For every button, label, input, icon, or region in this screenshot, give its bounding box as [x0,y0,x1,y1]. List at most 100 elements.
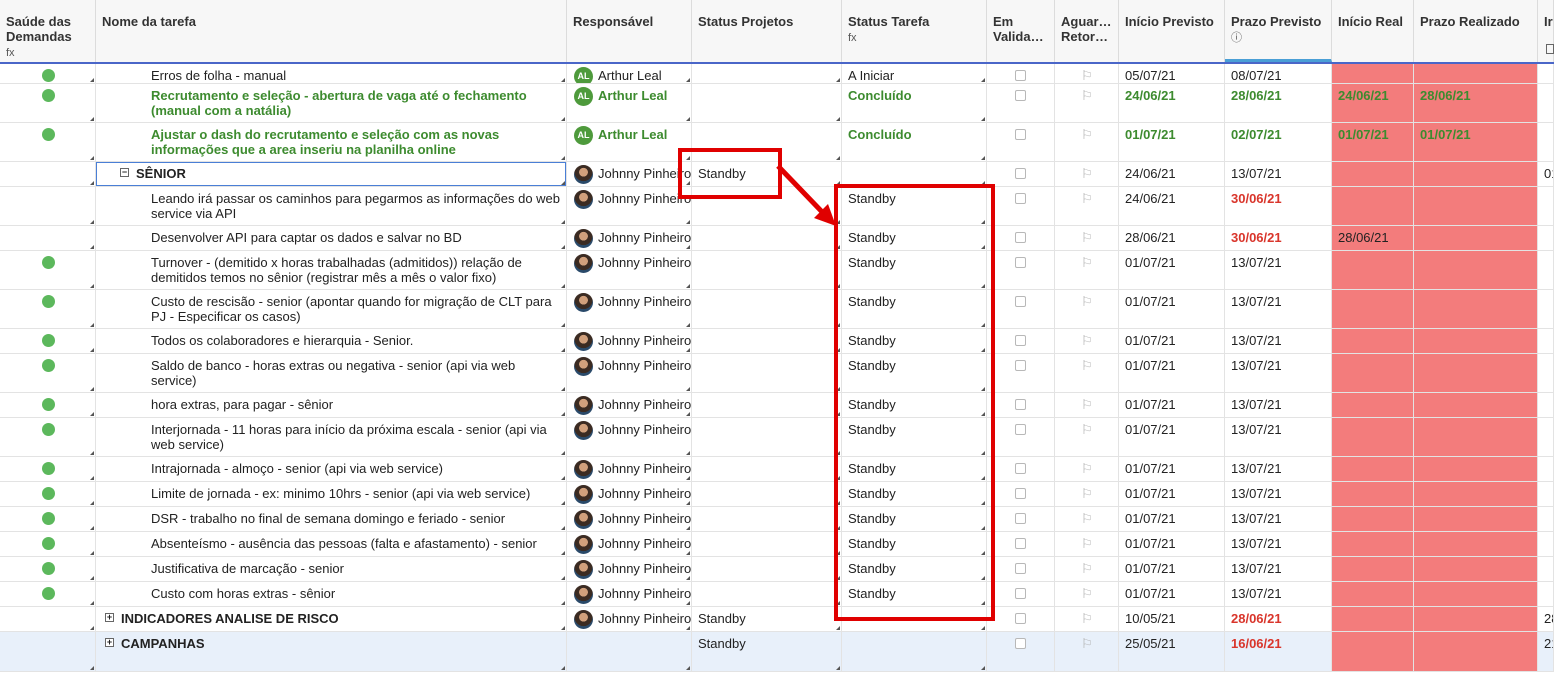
flag-icon[interactable]: ⚐ [1081,88,1093,104]
cell-iniprev[interactable]: 01/07/21 [1119,482,1225,506]
cell-starefa[interactable]: Standby [842,582,987,606]
cell-emval[interactable] [987,557,1055,581]
column-header-prazoprev[interactable]: Prazo Previsto ⓘ [1225,0,1332,62]
cell-nome[interactable]: Desenvolver API para captar os dados e s… [96,226,567,250]
cell-prazoprev[interactable]: 28/06/21 [1225,607,1332,631]
cell-prazoprev[interactable]: 13/07/21 [1225,251,1332,289]
cell-prazoreal[interactable] [1414,557,1538,581]
cell-iniprev[interactable]: 01/07/21 [1119,329,1225,353]
cell-inireal[interactable] [1332,582,1414,606]
cell-aguar[interactable]: ⚐ [1055,557,1119,581]
cell-prazoprev[interactable]: 13/07/21 [1225,532,1332,556]
column-header-iniprev[interactable]: Início Previsto [1119,0,1225,62]
column-header-inireal[interactable]: Início Real [1332,0,1414,62]
cell-aguar[interactable]: ⚐ [1055,226,1119,250]
expand-icon[interactable]: + [105,638,114,647]
cell-aguar[interactable]: ⚐ [1055,457,1119,481]
cell-aguar[interactable]: ⚐ [1055,632,1119,671]
cell-prazoprev[interactable]: 16/06/21 [1225,632,1332,671]
cell-extra[interactable] [1538,187,1554,225]
flag-icon[interactable]: ⚐ [1081,636,1093,652]
cell-inireal[interactable] [1332,354,1414,392]
em-validacao-checkbox[interactable] [1015,232,1026,243]
cell-prazoprev[interactable]: 13/07/21 [1225,354,1332,392]
cell-iniprev[interactable]: 01/07/21 [1119,557,1225,581]
cell-starefa[interactable]: Standby [842,532,987,556]
cell-prazoprev[interactable]: 30/06/21 [1225,187,1332,225]
flag-icon[interactable]: ⚐ [1081,230,1093,246]
cell-saude[interactable] [0,226,96,250]
cell-aguar[interactable]: ⚐ [1055,251,1119,289]
flag-icon[interactable]: ⚐ [1081,191,1093,207]
cell-starefa[interactable]: Standby [842,226,987,250]
column-header-aguar[interactable]: Aguar… Retor… [1055,0,1119,62]
cell-resp[interactable]: Johnny Pinheiro [567,457,692,481]
cell-starefa[interactable]: Concluído [842,123,987,161]
cell-resp[interactable]: Johnny Pinheiro [567,393,692,417]
cell-saude[interactable] [0,290,96,328]
cell-aguar[interactable]: ⚐ [1055,582,1119,606]
cell-prazoprev[interactable]: 13/07/21 [1225,393,1332,417]
cell-prazoreal[interactable] [1414,632,1538,671]
cell-extra[interactable] [1538,123,1554,161]
cell-starefa[interactable]: Standby [842,393,987,417]
em-validacao-checkbox[interactable] [1015,513,1026,524]
cell-sproj[interactable] [692,582,842,606]
cell-inireal[interactable] [1332,632,1414,671]
cell-starefa[interactable]: Standby [842,354,987,392]
cell-emval[interactable] [987,290,1055,328]
cell-saude[interactable] [0,632,96,671]
column-header-nome[interactable]: Nome da tarefa [96,0,567,62]
cell-iniprev[interactable]: 24/06/21 [1119,84,1225,122]
column-header-emval[interactable]: Em Valida… [987,0,1055,62]
cell-aguar[interactable]: ⚐ [1055,393,1119,417]
cell-saude[interactable] [0,84,96,122]
cell-inireal[interactable]: 01/07/21 [1332,123,1414,161]
cell-prazoprev[interactable]: 30/06/21 [1225,226,1332,250]
cell-prazoreal[interactable] [1414,162,1538,186]
cell-inireal[interactable] [1332,393,1414,417]
cell-sproj[interactable] [692,123,842,161]
cell-saude[interactable] [0,482,96,506]
cell-sproj[interactable] [692,64,842,83]
cell-starefa[interactable]: Standby [842,290,987,328]
flag-icon[interactable]: ⚐ [1081,127,1093,143]
em-validacao-checkbox[interactable] [1015,424,1026,435]
cell-resp[interactable]: Johnny Pinheiro [567,162,692,186]
cell-emval[interactable] [987,226,1055,250]
cell-saude[interactable] [0,607,96,631]
em-validacao-checkbox[interactable] [1015,613,1026,624]
cell-prazoprev[interactable]: 13/07/21 [1225,418,1332,456]
cell-prazoreal[interactable] [1414,354,1538,392]
em-validacao-checkbox[interactable] [1015,538,1026,549]
cell-iniprev[interactable]: 01/07/21 [1119,532,1225,556]
cell-saude[interactable] [0,354,96,392]
cell-starefa[interactable]: Standby [842,329,987,353]
em-validacao-checkbox[interactable] [1015,335,1026,346]
cell-emval[interactable] [987,582,1055,606]
cell-saude[interactable] [0,557,96,581]
cell-prazoreal[interactable] [1414,607,1538,631]
cell-prazoreal[interactable] [1414,290,1538,328]
flag-icon[interactable]: ⚐ [1081,255,1093,271]
column-header-prazoreal[interactable]: Prazo Realizado [1414,0,1538,62]
cell-nome[interactable]: DSR - trabalho no final de semana doming… [96,507,567,531]
cell-starefa[interactable]: A Iniciar [842,64,987,83]
cell-nome[interactable]: − SÊNIOR [96,162,567,186]
cell-saude[interactable] [0,187,96,225]
cell-nome[interactable]: Erros de folha - manual [96,64,567,83]
cell-saude[interactable] [0,393,96,417]
cell-saude[interactable] [0,418,96,456]
cell-prazoreal[interactable] [1414,226,1538,250]
cell-sproj[interactable] [692,290,842,328]
collapse-icon[interactable]: − [120,168,129,177]
cell-emval[interactable] [987,329,1055,353]
cell-aguar[interactable]: ⚐ [1055,290,1119,328]
cell-starefa[interactable]: Standby [842,507,987,531]
cell-nome[interactable]: Interjornada - 11 horas para início da p… [96,418,567,456]
cell-nome[interactable]: Recrutamento e seleção - abertura de vag… [96,84,567,122]
cell-emval[interactable] [987,251,1055,289]
cell-nome[interactable]: Saldo de banco - horas extras ou negativ… [96,354,567,392]
cell-sproj[interactable] [692,329,842,353]
cell-extra[interactable] [1538,482,1554,506]
